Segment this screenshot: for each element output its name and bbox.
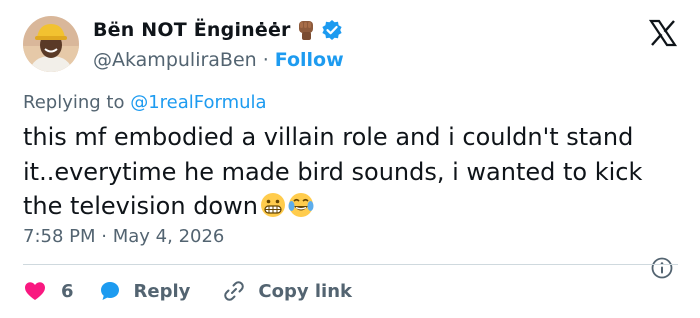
like-button[interactable]: 6 <box>23 279 74 303</box>
timestamp[interactable]: 7:58 PM · May 4, 2026 <box>23 226 224 247</box>
handle-separator: · <box>262 49 269 71</box>
divider <box>23 264 678 265</box>
link-icon <box>224 281 245 301</box>
timestamp-separator: · <box>101 226 107 247</box>
timestamp-date: May 4, 2026 <box>112 226 225 247</box>
tweet-text: this mf embodied a villain role and i co… <box>23 123 643 220</box>
replying-to-prefix: Replying to <box>23 92 131 113</box>
reply-button[interactable]: Reply <box>98 279 191 303</box>
x-logo-icon[interactable] <box>648 18 678 48</box>
grimacing-face-icon <box>260 192 286 218</box>
copy-link-label: Copy link <box>258 280 352 302</box>
copy-link-button[interactable]: Copy link <box>222 279 352 303</box>
author-handle-row: @AkampuliraBen · Follow <box>93 47 344 73</box>
reply-bubble-icon <box>100 282 119 300</box>
verified-badge-icon <box>321 19 343 41</box>
face-with-tears-of-joy-icon <box>288 192 314 218</box>
like-count: 6 <box>61 280 74 302</box>
info-icon[interactable] <box>650 256 674 280</box>
author-name-row: Bën NOT Ënginėėr <box>93 17 343 43</box>
author-display-name[interactable]: Bën NOT Ënginėėr <box>93 19 291 41</box>
replying-to: Replying to @1realFormula <box>23 92 267 113</box>
reply-label: Reply <box>133 280 191 302</box>
heart-icon <box>25 282 45 300</box>
replying-to-mention[interactable]: @1realFormula <box>130 92 266 113</box>
follow-button[interactable]: Follow <box>275 49 344 71</box>
tweet-actions: 6 Reply Copy link <box>23 277 352 305</box>
tweet-body: this mf embodied a villain role and i co… <box>23 120 683 224</box>
raised-fist-icon <box>294 19 318 41</box>
author-handle[interactable]: @AkampuliraBen <box>93 49 257 71</box>
avatar[interactable] <box>23 16 79 72</box>
timestamp-time: 7:58 PM <box>23 226 96 247</box>
avatar-photo-icon <box>23 16 79 72</box>
